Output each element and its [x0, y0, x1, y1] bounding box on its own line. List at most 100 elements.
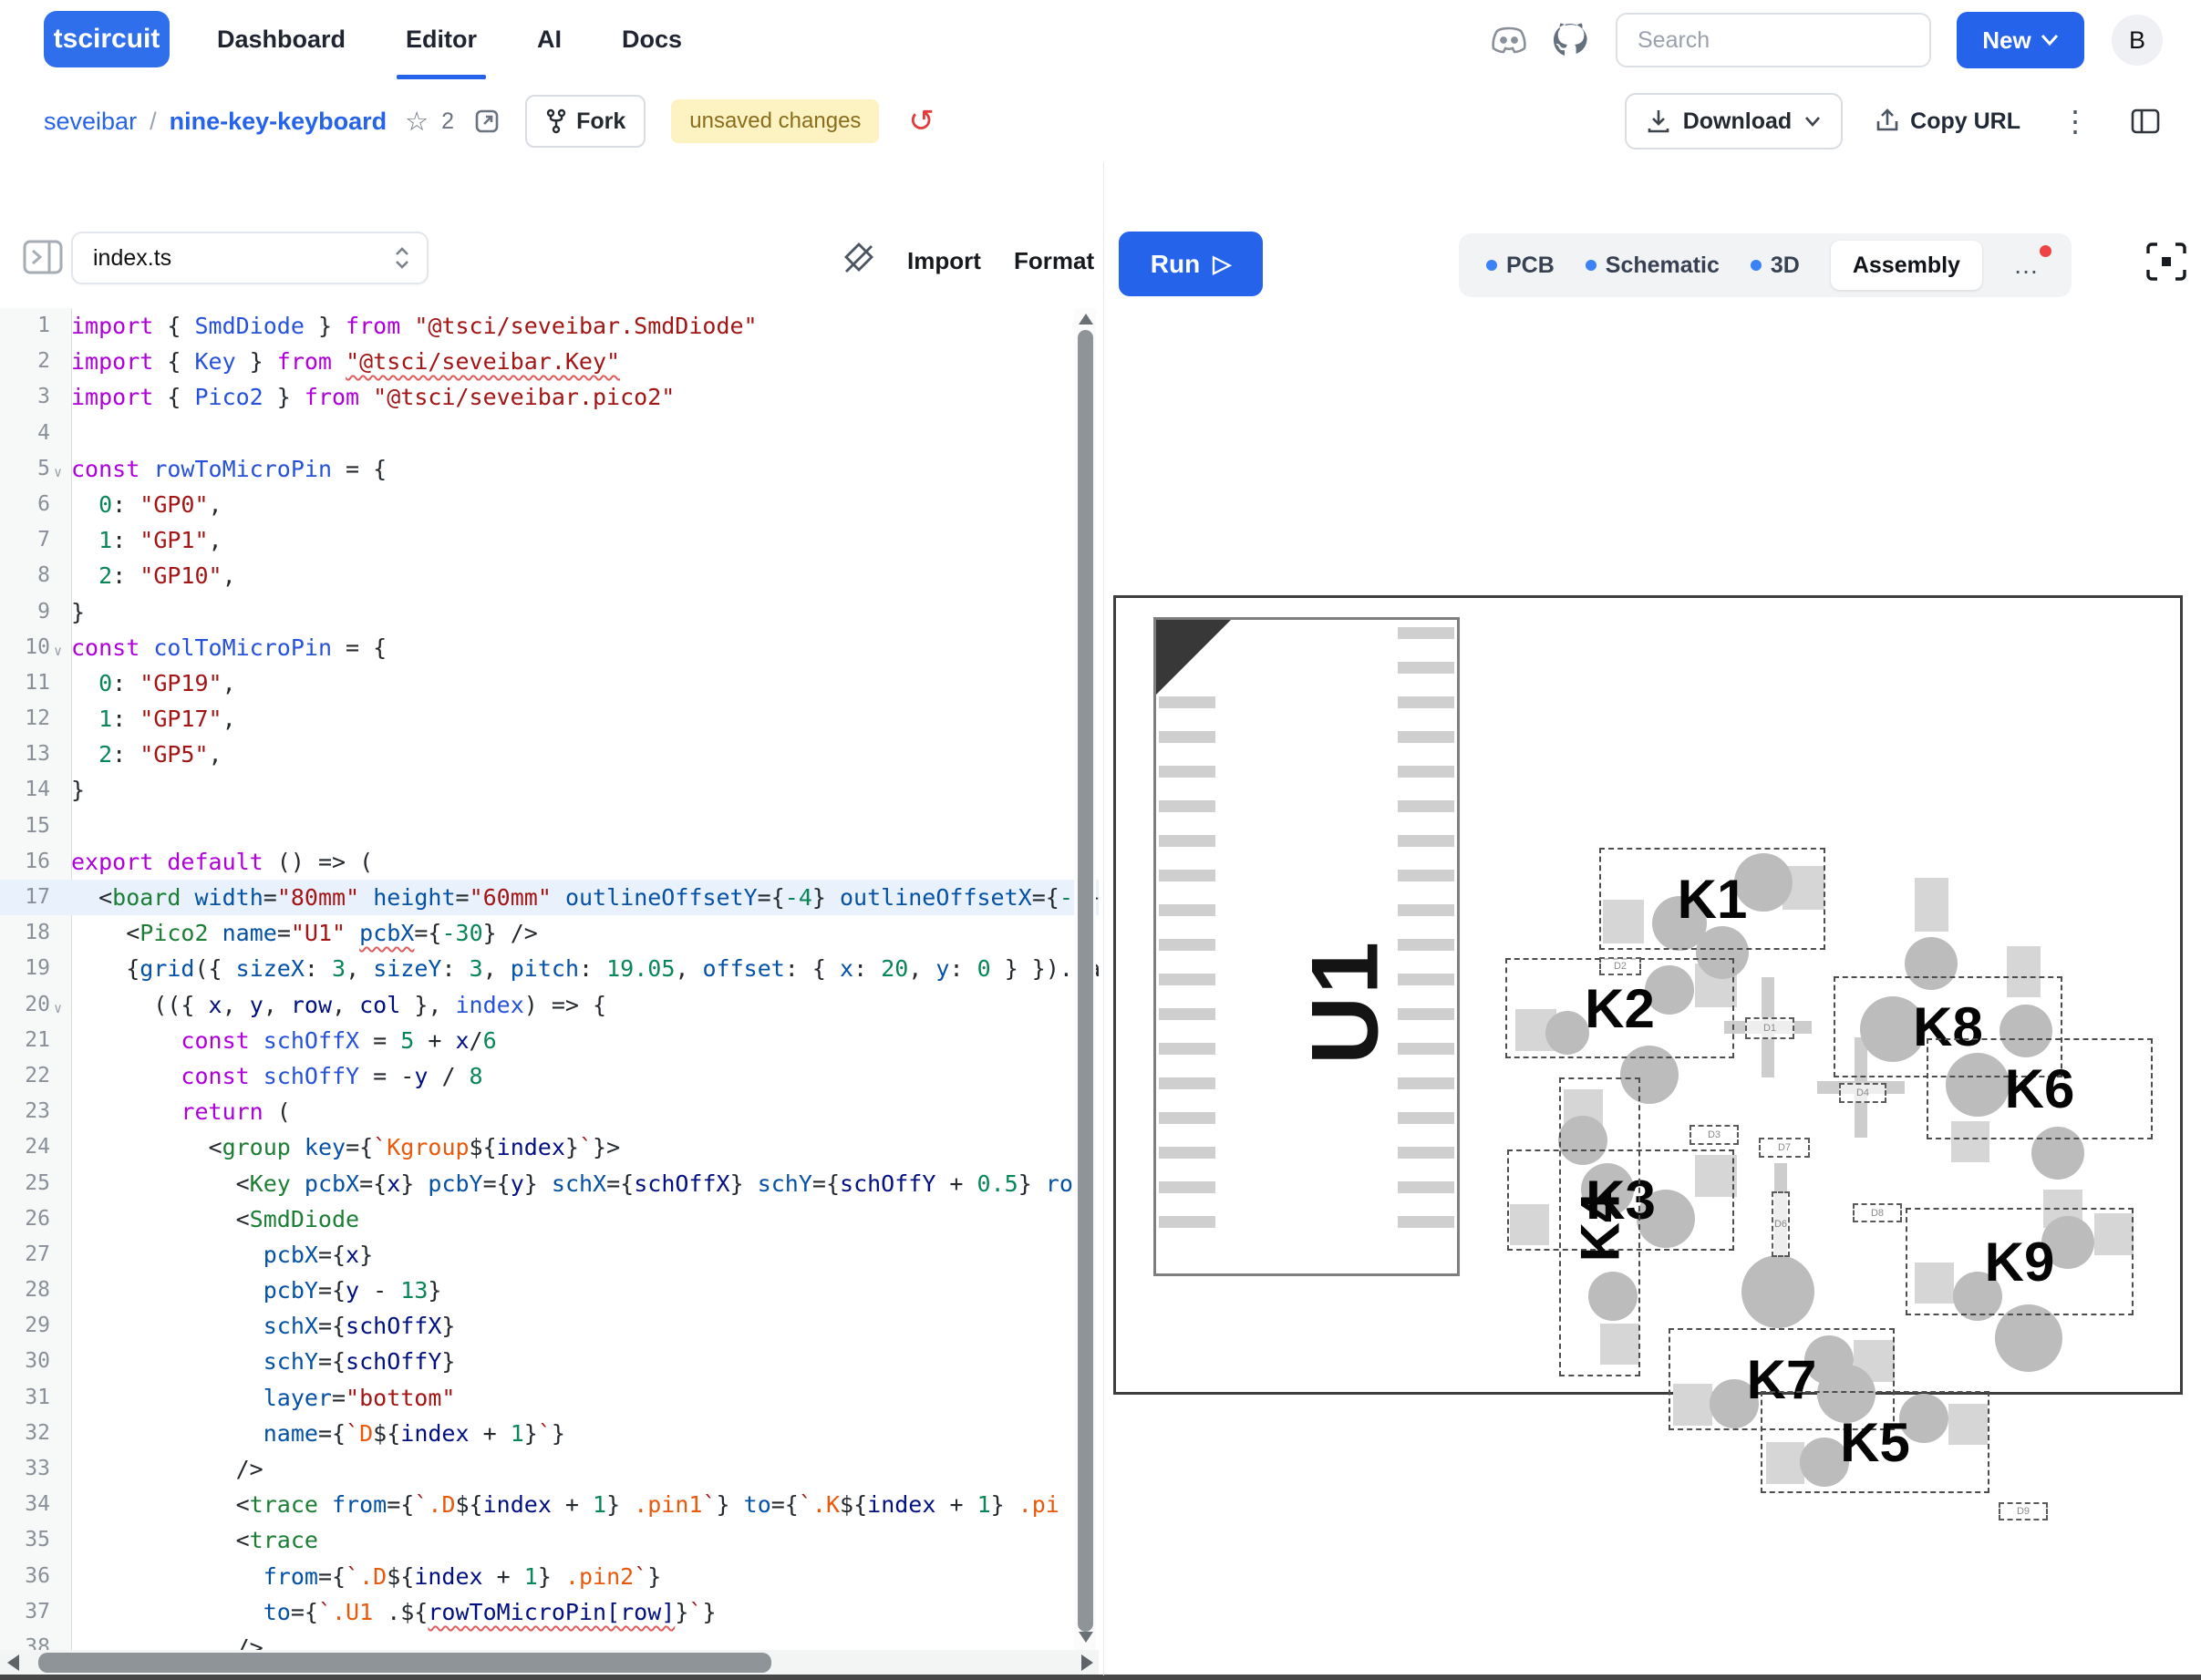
code-line: 5∨const rowToMicroPin = { [0, 451, 1099, 487]
key-label-k1: K1 [1599, 848, 1825, 950]
search-input[interactable] [1616, 13, 1931, 67]
tab-status-dot [1751, 260, 1762, 271]
view-tab-pcb[interactable]: PCB [1486, 253, 1555, 279]
chip-pin [1398, 835, 1454, 847]
view-tab-3d[interactable]: 3D [1751, 253, 1800, 279]
star-icon[interactable]: ☆ [405, 106, 429, 138]
code-line: 15 [0, 809, 1099, 844]
collapse-sidebar-icon[interactable] [22, 239, 64, 275]
code-line: 8 2: "GP10", [0, 558, 1099, 593]
tscircuit-logo[interactable]: tscircuit [44, 11, 170, 67]
breadcrumb-separator: / [150, 108, 157, 136]
fullscreen-icon[interactable] [2144, 241, 2188, 283]
key-label-k6: K6 [1927, 1038, 2153, 1139]
split-panel-icon[interactable] [2130, 108, 2161, 135]
kebab-menu-icon[interactable]: ⋮ [2053, 104, 2097, 139]
line-number: 37 [0, 1594, 50, 1630]
github-icon[interactable] [1552, 22, 1588, 58]
vertical-scroll-thumb[interactable] [1078, 330, 1093, 1632]
code-editor[interactable]: 1import { SmdDiode } from "@tsci/seveiba… [0, 308, 1099, 1652]
tab-status-dot [1486, 260, 1497, 271]
discord-icon[interactable] [1490, 24, 1528, 57]
nav-item-dashboard[interactable]: Dashboard [217, 0, 346, 79]
file-select[interactable]: index.ts [71, 232, 429, 284]
line-number: 30 [0, 1344, 50, 1379]
code-line: 21 const schOffX = 5 + x/6 [0, 1023, 1099, 1058]
chip-pin [1398, 731, 1454, 743]
code-line: 18 <Pico2 name="U1" pcbX={-30} /> [0, 915, 1099, 951]
panel-divider[interactable] [1103, 162, 1104, 1675]
line-number: 1 [0, 308, 50, 344]
chip-pin [1398, 1043, 1454, 1055]
download-button[interactable]: Download [1625, 93, 1843, 149]
code-line: 10∨const colToMicroPin = { [0, 630, 1099, 665]
unsaved-changes-badge: unsaved changes [671, 99, 879, 143]
code-line: 26 <SmdDiode [0, 1201, 1099, 1237]
view-tab-schematic[interactable]: Schematic [1586, 253, 1720, 279]
fork-button[interactable]: Fork [525, 95, 646, 148]
line-number: 3 [0, 379, 50, 415]
chip-pin [1398, 870, 1454, 881]
line-number: 33 [0, 1451, 50, 1487]
nav-item-editor[interactable]: Editor [406, 0, 477, 79]
fold-chevron-icon[interactable]: ∨ [54, 634, 62, 669]
fold-chevron-icon[interactable]: ∨ [54, 455, 62, 490]
fold-chevron-icon[interactable]: ∨ [54, 991, 62, 1026]
line-number: 23 [0, 1094, 50, 1129]
chip-pin [1159, 939, 1215, 951]
copy-url-label: Copy URL [1910, 108, 2020, 135]
copy-url-button[interactable]: Copy URL [1876, 108, 2020, 135]
chip-pin [1398, 696, 1454, 708]
breadcrumb-repo-link[interactable]: nine-key-keyboard [170, 108, 388, 136]
line-number: 34 [0, 1487, 50, 1522]
line-number: 29 [0, 1308, 50, 1344]
format-button[interactable]: Format [1014, 247, 1094, 275]
download-button-label: Download [1683, 108, 1792, 135]
open-external-icon[interactable] [474, 108, 500, 134]
undo-icon[interactable]: ↺ [908, 106, 935, 137]
nav-item-docs[interactable]: Docs [622, 0, 682, 79]
chip-pin [1159, 731, 1215, 743]
code-line: 12 1: "GP17", [0, 701, 1099, 737]
formatter-disabled-icon[interactable] [839, 239, 879, 279]
chip-pin [1398, 627, 1454, 639]
more-views-tab[interactable]: … [2013, 251, 2044, 280]
code-line: 9} [0, 594, 1099, 630]
avatar[interactable]: B [2112, 15, 2163, 66]
chip-reference-label: U1 [1292, 893, 1400, 1112]
line-number: 13 [0, 737, 50, 772]
code-line: 34 <trace from={`.D${index + 1} .pin1`} … [0, 1487, 1099, 1522]
select-chevrons-icon [394, 246, 410, 270]
chip-pin [1159, 974, 1215, 985]
line-number: 7 [0, 522, 50, 558]
pad-square [1915, 878, 1948, 932]
line-number: 25 [0, 1166, 50, 1201]
assembly-board-canvas[interactable]: U1 K1K2K8K6K3K4K9K7K5D1D4D3D7D8D9D2D6 [1113, 595, 2183, 1395]
fork-button-label: Fork [576, 108, 625, 135]
scroll-up-arrow[interactable] [1079, 314, 1093, 325]
view-tab-label: Assembly [1853, 253, 1960, 279]
breadcrumb-owner-link[interactable]: seveibar [44, 108, 137, 136]
view-tab-assembly[interactable]: Assembly [1831, 241, 1982, 290]
fork-icon [545, 108, 567, 134]
horizontal-scroll-thumb[interactable] [38, 1653, 771, 1673]
import-button[interactable]: Import [907, 247, 981, 275]
code-line: 14} [0, 772, 1099, 808]
new-button[interactable]: New [1957, 12, 2084, 68]
run-button[interactable]: Run ▷ [1119, 232, 1263, 296]
diode-outline-d1: D1 [1745, 1017, 1794, 1039]
code-line: 37 to={`.U1 .${rowToMicroPin[row]}`} [0, 1594, 1099, 1630]
chip-pin [1159, 800, 1215, 812]
scroll-down-arrow[interactable] [1079, 1632, 1093, 1643]
pad-circle [1741, 1255, 1814, 1328]
scroll-left-arrow[interactable] [7, 1654, 19, 1671]
pin1-marker [1156, 620, 1231, 695]
nav-item-ai[interactable]: AI [537, 0, 562, 79]
line-number: 26 [0, 1201, 50, 1237]
scroll-right-arrow[interactable] [1081, 1654, 1093, 1671]
chip-pin [1398, 662, 1454, 674]
file-select-value: index.ts [93, 245, 171, 272]
line-number: 4 [0, 416, 50, 451]
line-number: 2 [0, 344, 50, 379]
chip-pin [1398, 974, 1454, 985]
